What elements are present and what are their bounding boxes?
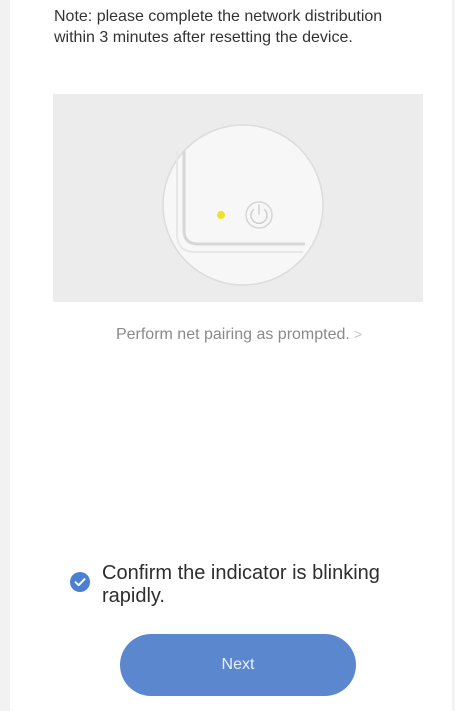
checkmark-circle-icon[interactable] <box>70 572 90 592</box>
device-illustration <box>53 94 423 302</box>
net-pairing-link[interactable]: Perform net pairing as prompted. > <box>54 326 424 344</box>
confirm-indicator-label: Confirm the indicator is blinking rapidl… <box>102 562 380 607</box>
indicator-light <box>217 211 225 219</box>
instruction-note: Note: please complete the network distri… <box>54 8 383 46</box>
chevron-right-icon: > <box>353 326 363 342</box>
magnifier-circle <box>162 124 324 286</box>
reset-device-screen: Note: please complete the network distri… <box>10 0 452 711</box>
net-pairing-label: Perform net pairing as prompted. <box>115 326 350 343</box>
device-illustration-graphic <box>162 124 324 286</box>
page: Note: please complete the network distri… <box>0 0 455 711</box>
next-button[interactable]: Next <box>120 634 356 696</box>
